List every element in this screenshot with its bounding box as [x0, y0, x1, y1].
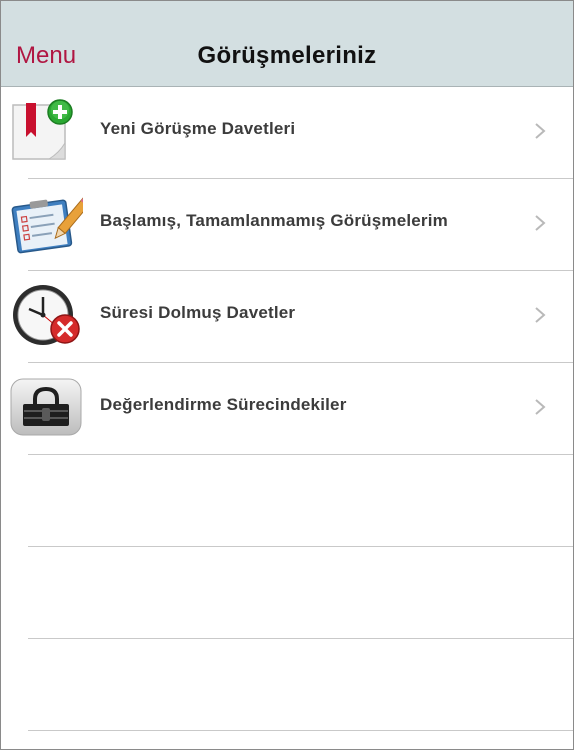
empty-list-row [1, 547, 573, 639]
clock-expired-icon [13, 285, 80, 345]
lock-icon [10, 378, 82, 436]
row-divider [28, 730, 573, 731]
list-item-label: Süresi Dolmuş Davetler [100, 303, 296, 322]
list-item-label: Başlamış, Tamamlanmamış Görüşmelerim [100, 211, 448, 230]
list-item-expired-invitations[interactable]: Süresi Dolmuş Davetler [1, 271, 573, 363]
conversation-list: Yeni Görüşme Davetleri Başlamış, Tamamla… [1, 87, 573, 731]
chevron-right-icon [535, 215, 546, 231]
app-window: Menu Görüşmeleriniz Yeni Görüşme Davetle… [0, 0, 574, 750]
empty-list-row [1, 455, 573, 547]
clipboard-pencil-icon [11, 196, 83, 254]
chevron-right-icon [535, 399, 546, 415]
list-item-new-invitations[interactable]: Yeni Görüşme Davetleri [1, 87, 573, 179]
chevron-right-icon [535, 307, 546, 323]
list-item-label: Değerlendirme Sürecindekiler [100, 395, 347, 414]
list-item-label: Yeni Görüşme Davetleri [100, 119, 296, 138]
menu-button[interactable]: Menu [16, 41, 76, 71]
new-invitation-icon [12, 99, 73, 160]
navigation-bar: Menu Görüşmeleriniz [1, 1, 573, 87]
list-item-under-evaluation[interactable]: Değerlendirme Sürecindekiler [1, 363, 573, 455]
chevron-right-icon [535, 123, 546, 139]
empty-list-row [1, 639, 573, 731]
list-item-started-conversations[interactable]: Başlamış, Tamamlanmamış Görüşmelerim [1, 179, 573, 271]
page-title: Görüşmeleriniz [197, 42, 377, 69]
